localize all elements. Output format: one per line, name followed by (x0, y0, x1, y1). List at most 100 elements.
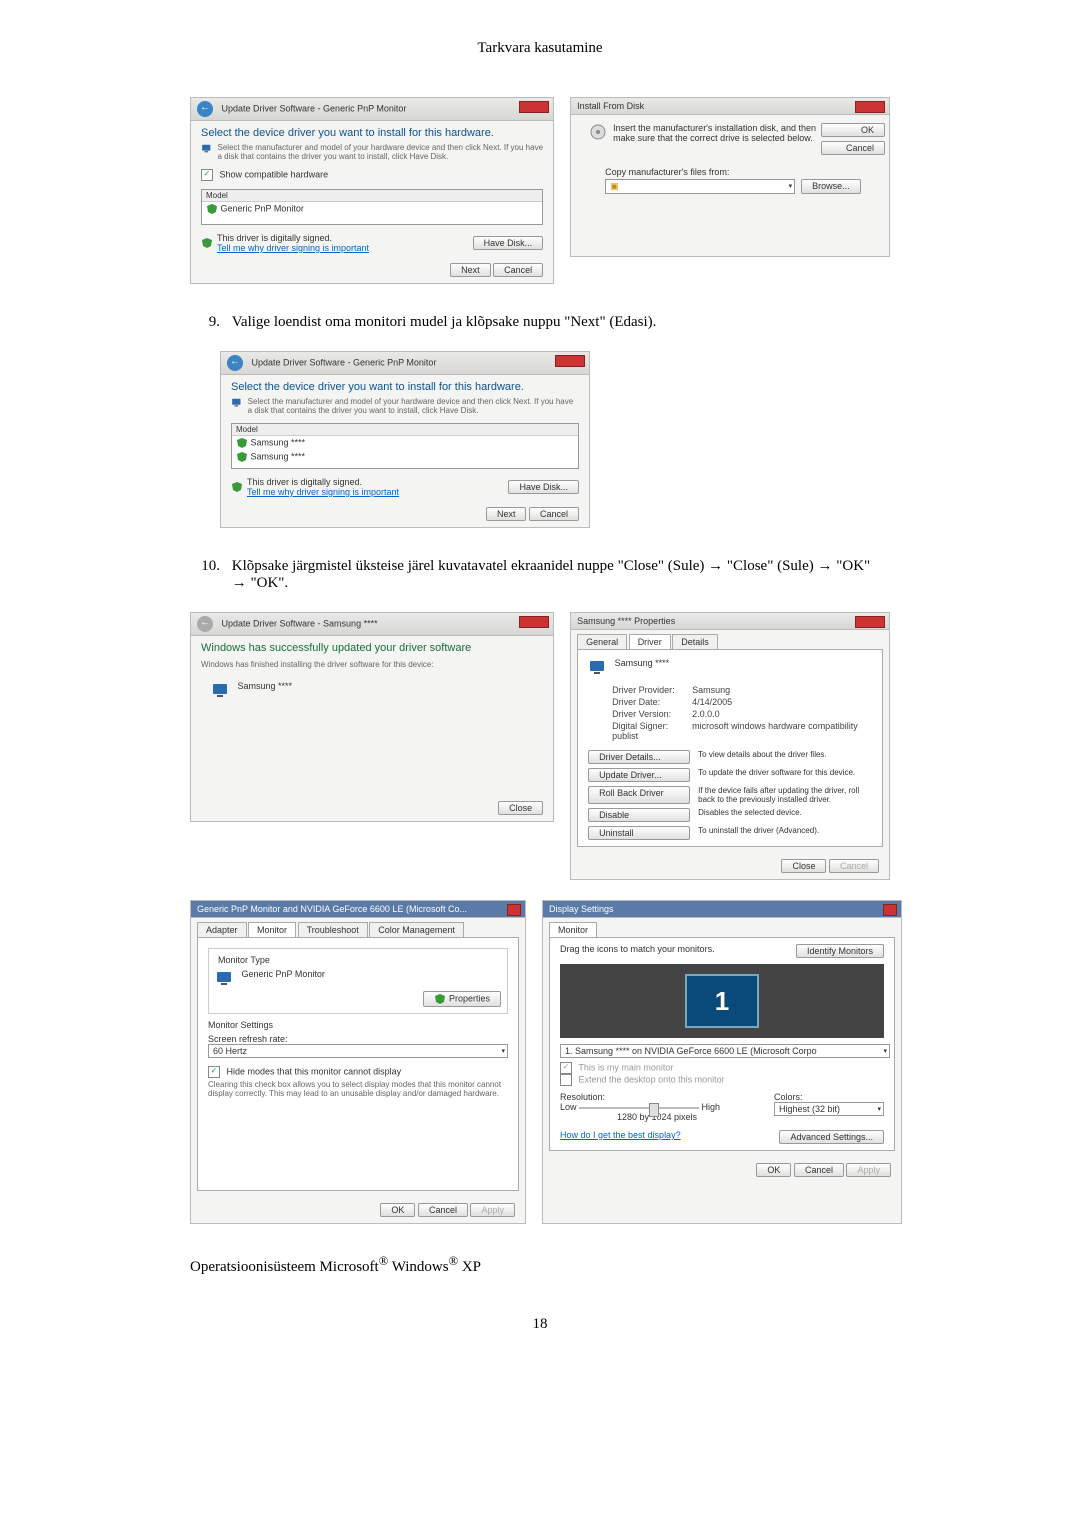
titlebar: Samsung **** Properties (571, 613, 889, 630)
back-icon[interactable]: ← (227, 355, 243, 371)
tab-details[interactable]: Details (672, 634, 718, 649)
properties-button[interactable]: Properties (423, 991, 501, 1007)
device-icon (588, 658, 606, 676)
copy-row: ▣ ▾ Browse... (571, 179, 889, 202)
tab-monitor[interactable]: Monitor (549, 922, 597, 937)
signing-link[interactable]: Tell me why driver signing is important (217, 243, 369, 253)
tab-driver[interactable]: Driver (629, 634, 671, 649)
close-button[interactable]: Close (498, 801, 543, 815)
model-header: Model (232, 424, 578, 436)
tab-color-management[interactable]: Color Management (369, 922, 464, 937)
model-item[interactable]: Samsung **** (232, 436, 578, 450)
body: Insert the manufacturer's installation d… (571, 115, 889, 163)
window-title: Display Settings (549, 904, 614, 914)
monitor-icon[interactable]: 1 (685, 974, 759, 1028)
back-icon: ← (197, 616, 213, 632)
browse-button[interactable]: Browse... (801, 179, 861, 194)
disk-icon (589, 123, 607, 141)
colors-dropdown[interactable]: Highest (32 bit) ▾ (774, 1102, 884, 1116)
update-success-dialog: ← Update Driver Software - Samsung **** … (190, 612, 554, 822)
close-icon[interactable] (855, 101, 885, 113)
checkbox-icon[interactable]: ✓ (208, 1066, 220, 1078)
titlebar: Install From Disk (571, 98, 889, 115)
tab-general[interactable]: General (577, 634, 627, 649)
cancel-button[interactable]: Cancel (794, 1163, 844, 1177)
close-icon[interactable] (855, 616, 885, 628)
date-value: 4/14/2005 (692, 697, 732, 707)
disable-button[interactable]: Disable (588, 808, 690, 822)
device-properties-dialog: Samsung **** Properties General Driver D… (570, 612, 890, 880)
resolution-slider[interactable] (579, 1104, 699, 1112)
tab-troubleshoot[interactable]: Troubleshoot (298, 922, 368, 937)
next-button[interactable]: Next (486, 507, 527, 521)
shield-icon (434, 993, 446, 1005)
titlebar: ← Update Driver Software - Generic PnP M… (221, 352, 589, 375)
cancel-button[interactable]: Cancel (821, 141, 885, 155)
ok-button[interactable]: OK (756, 1163, 791, 1177)
refresh-dropdown[interactable]: 60 Hertz ▾ (208, 1044, 508, 1058)
identify-monitors-button[interactable]: Identify Monitors (796, 944, 884, 958)
titlebar: ← Update Driver Software - Samsung **** (191, 613, 553, 636)
dialog-instruction: Select the manufacturer and model of you… (218, 143, 554, 165)
device-icon (201, 143, 212, 161)
window-title: Update Driver Software - Samsung **** (222, 618, 378, 628)
close-icon[interactable] (555, 355, 585, 367)
dialog-heading: Select the device driver you want to ins… (221, 375, 589, 397)
chevron-down-icon: ▾ (501, 1047, 505, 1055)
colors-label: Colors: (774, 1092, 884, 1102)
shield-icon (231, 481, 243, 493)
signing-link[interactable]: Tell me why driver signing is important (247, 487, 399, 497)
ok-button[interactable]: OK (821, 123, 885, 137)
help-link[interactable]: How do I get the best display? (560, 1130, 779, 1144)
cancel-button[interactable]: Cancel (529, 507, 579, 521)
checkbox-icon[interactable]: ✓ (201, 169, 213, 181)
close-icon[interactable] (507, 904, 521, 916)
cancel-button[interactable]: Cancel (418, 1203, 468, 1217)
back-icon[interactable]: ← (197, 101, 213, 117)
path-dropdown[interactable]: ▣ ▾ (605, 179, 795, 194)
advanced-settings-button[interactable]: Advanced Settings... (779, 1130, 884, 1144)
step-number: 9. (190, 314, 220, 331)
footer-buttons: OK Cancel Apply (543, 1157, 901, 1183)
model-item[interactable]: Generic PnP Monitor (202, 202, 542, 216)
cancel-button[interactable]: Cancel (493, 263, 543, 277)
chevron-down-icon: ▾ (883, 1047, 887, 1055)
monitor-type-group: Monitor Type Generic PnP Monitor Propert… (208, 948, 508, 1014)
monitor-properties-dialog: Generic PnP Monitor and NVIDIA GeForce 6… (190, 900, 526, 1224)
step-9: 9. Valige loendist oma monitori mudel ja… (190, 314, 890, 331)
have-disk-button[interactable]: Have Disk... (508, 480, 579, 494)
model-item[interactable]: Samsung **** (232, 450, 578, 464)
uninstall-button[interactable]: Uninstall (588, 826, 690, 840)
model-listbox[interactable]: Model Samsung **** Samsung **** (231, 423, 579, 469)
close-button[interactable]: Close (781, 859, 826, 873)
screenshot-row-1: ← Update Driver Software - Generic PnP M… (190, 97, 890, 284)
update-driver-dialog-2: ← Update Driver Software - Generic PnP M… (220, 351, 590, 528)
window-title: Install From Disk (577, 101, 644, 111)
update-driver-dialog-1: ← Update Driver Software - Generic PnP M… (190, 97, 554, 284)
model-listbox[interactable]: Model Generic PnP Monitor (201, 189, 543, 225)
footer-buttons: Close Cancel (571, 853, 889, 879)
roll-back-button[interactable]: Roll Back Driver (588, 786, 690, 804)
close-icon[interactable] (519, 616, 549, 628)
next-button[interactable]: Next (450, 263, 491, 277)
apply-button: Apply (470, 1203, 515, 1217)
tab-adapter[interactable]: Adapter (197, 922, 247, 937)
driver-details-button[interactable]: Driver Details... (588, 750, 690, 764)
high-label: High (702, 1102, 721, 1112)
close-icon[interactable] (883, 904, 897, 916)
have-disk-button[interactable]: Have Disk... (473, 236, 544, 250)
low-label: Low (560, 1102, 577, 1112)
refresh-label: Screen refresh rate: (208, 1034, 508, 1044)
apply-button: Apply (846, 1163, 891, 1177)
driver-details-desc: To view details about the driver files. (698, 750, 872, 764)
close-icon[interactable] (519, 101, 549, 113)
signer-label: Digital Signer: (612, 721, 692, 731)
update-driver-button[interactable]: Update Driver... (588, 768, 690, 782)
monitor-preview[interactable]: 1 (560, 964, 884, 1038)
footer-buttons: Close (488, 795, 553, 821)
ok-button[interactable]: OK (380, 1203, 415, 1217)
monitor-dropdown[interactable]: 1. Samsung **** on NVIDIA GeForce 6600 L… (560, 1044, 890, 1058)
display-settings-dialog: Display Settings Monitor Drag the icons … (542, 900, 902, 1224)
tab-monitor[interactable]: Monitor (248, 922, 296, 937)
uninstall-desc: To uninstall the driver (Advanced). (698, 826, 872, 840)
